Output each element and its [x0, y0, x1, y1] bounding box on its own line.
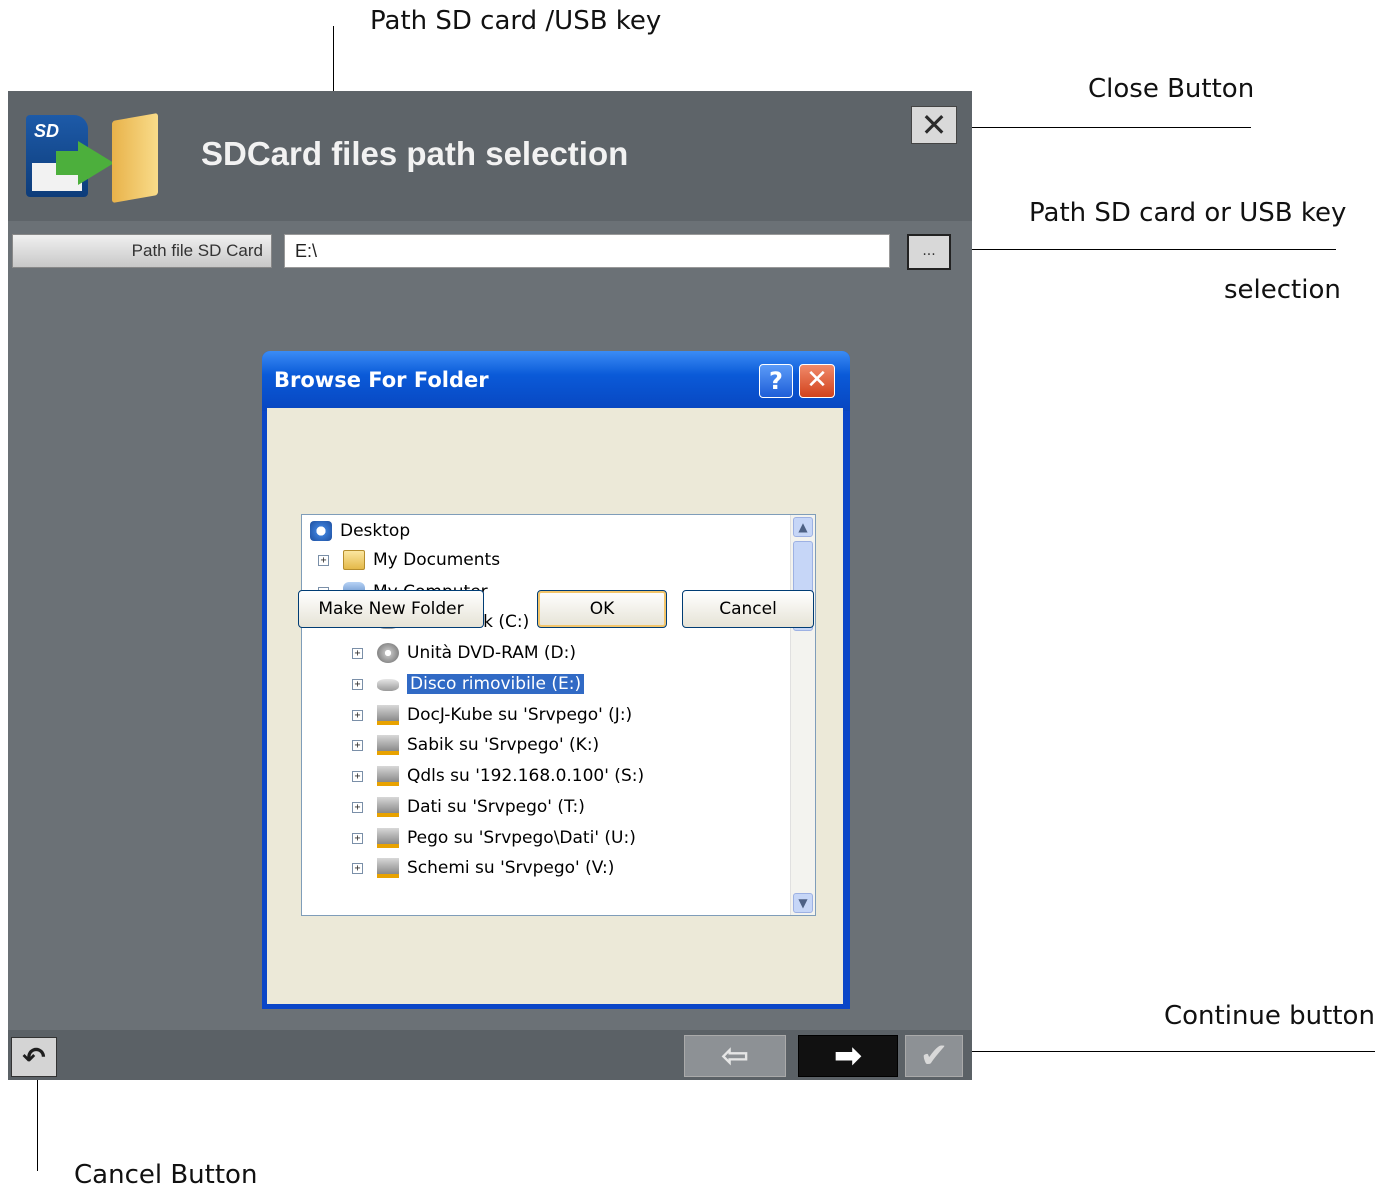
app-header: SD SDCard files path selection ✕ — [8, 91, 972, 221]
ok-button[interactable]: OK — [537, 590, 667, 628]
dvd-icon — [377, 643, 399, 663]
browse-folder-dialog: Browse For Folder ? ✕ Desktop + My Documen… — [262, 351, 850, 1009]
dialog-titlebar: Browse For Folder ? ✕ — [262, 351, 850, 411]
path-file-label: Path file SD Card — [12, 234, 272, 268]
tree-item[interactable]: + Disco rimovibile (E:) — [352, 671, 585, 697]
network-drive-icon — [377, 766, 399, 786]
expand-icon[interactable]: + — [352, 678, 363, 690]
back-button[interactable]: ⇦ — [684, 1035, 786, 1077]
annotation-cancel-button: Cancel Button — [74, 1160, 258, 1190]
expand-icon[interactable]: + — [352, 801, 363, 813]
network-drive-icon — [377, 858, 399, 878]
tree-item-label: Unità DVD-RAM (D:) — [407, 643, 576, 663]
dialog-title: Browse For Folder — [274, 368, 489, 392]
sd-card-icon-text: SD — [34, 121, 60, 141]
help-button[interactable]: ? — [759, 364, 793, 398]
confirm-button[interactable]: ✔ — [905, 1035, 963, 1077]
expand-icon[interactable]: + — [352, 862, 363, 874]
tree-item-label: Desktop — [340, 521, 411, 541]
browse-path-button[interactable]: ... — [907, 234, 951, 270]
tree-item[interactable]: + Pego su 'Srvpego\Dati' (U:) — [352, 825, 636, 851]
expand-icon[interactable]: + — [352, 832, 363, 844]
annotation-path-selection-2: selection — [1224, 275, 1341, 305]
tree-item[interactable]: + My Documents — [318, 547, 500, 573]
network-drive-icon — [377, 705, 399, 725]
dialog-body: Desktop+My Documents−My Computer+Local D… — [267, 408, 843, 1004]
folder-icon — [343, 550, 365, 570]
tree-item-label: Pego su 'Srvpego\Dati' (U:) — [407, 828, 636, 848]
scroll-up-icon[interactable]: ▲ — [793, 517, 813, 537]
annotation-continue-button: Continue button — [1164, 1001, 1375, 1031]
tree-item[interactable]: + Schemi su 'Srvpego' (V:) — [352, 855, 614, 881]
tree-item-label: DocJ-Kube su 'Srvpego' (J:) — [407, 705, 633, 725]
tree-item[interactable]: + Sabik su 'Srvpego' (K:) — [352, 732, 599, 758]
tree-item-label: Sabik su 'Srvpego' (K:) — [407, 735, 600, 755]
tree-item[interactable]: + Dati su 'Srvpego' (T:) — [352, 794, 585, 820]
tree-item[interactable]: Desktop — [310, 518, 410, 544]
annotation-path-sd-usb: Path SD card /USB key — [370, 6, 662, 36]
make-new-folder-button[interactable]: Make New Folder — [298, 590, 484, 628]
tree-item[interactable]: + Qdls su '192.168.0.100' (S:) — [352, 763, 644, 789]
tree-item-label: Dati su 'Srvpego' (T:) — [407, 797, 585, 817]
arrow-right-icon — [78, 141, 114, 185]
folder-tree[interactable]: Desktop+My Documents−My Computer+Local D… — [301, 514, 816, 916]
app-footer: ↶ ⇦ ➡ ✔ — [8, 1030, 972, 1080]
tree-item[interactable]: + Unità DVD-RAM (D:) — [352, 640, 576, 666]
tree-item[interactable]: + DocJ-Kube su 'Srvpego' (J:) — [352, 702, 632, 728]
dialog-close-button[interactable]: ✕ — [799, 364, 835, 398]
tree-item-label: My Documents — [373, 550, 501, 570]
annotation-close-button: Close Button — [1088, 74, 1255, 104]
network-drive-icon — [377, 797, 399, 817]
tree-item-label: Schemi su 'Srvpego' (V:) — [407, 858, 615, 878]
disk-icon — [377, 679, 399, 691]
expand-icon[interactable]: + — [352, 739, 363, 751]
folder-icon — [112, 112, 158, 204]
expand-icon[interactable]: + — [318, 554, 329, 566]
tree-scrollbar[interactable]: ▲ ▼ — [790, 515, 815, 915]
tree-item-label: Disco rimovibile (E:) — [407, 674, 585, 694]
path-file-input[interactable] — [284, 234, 890, 268]
dialog-cancel-button[interactable]: Cancel — [682, 590, 814, 628]
annotation-line-continue — [940, 1051, 1375, 1052]
desktop-icon — [310, 521, 332, 541]
scroll-down-icon[interactable]: ▼ — [793, 893, 813, 913]
annotation-line-browse — [953, 249, 1336, 250]
cancel-button[interactable]: ↶ — [11, 1037, 57, 1077]
expand-icon[interactable]: + — [352, 709, 363, 721]
annotation-line-close — [955, 127, 1251, 128]
network-drive-icon — [377, 828, 399, 848]
continue-button[interactable]: ➡ — [798, 1035, 898, 1077]
page-title: SDCard files path selection — [201, 135, 629, 172]
tree-item-label: Qdls su '192.168.0.100' (S:) — [407, 766, 645, 786]
expand-icon[interactable]: + — [352, 770, 363, 782]
expand-icon[interactable]: + — [352, 647, 363, 659]
network-drive-icon — [377, 735, 399, 755]
annotation-path-selection: Path SD card or USB key — [1029, 198, 1347, 228]
close-button[interactable]: ✕ — [911, 106, 957, 144]
